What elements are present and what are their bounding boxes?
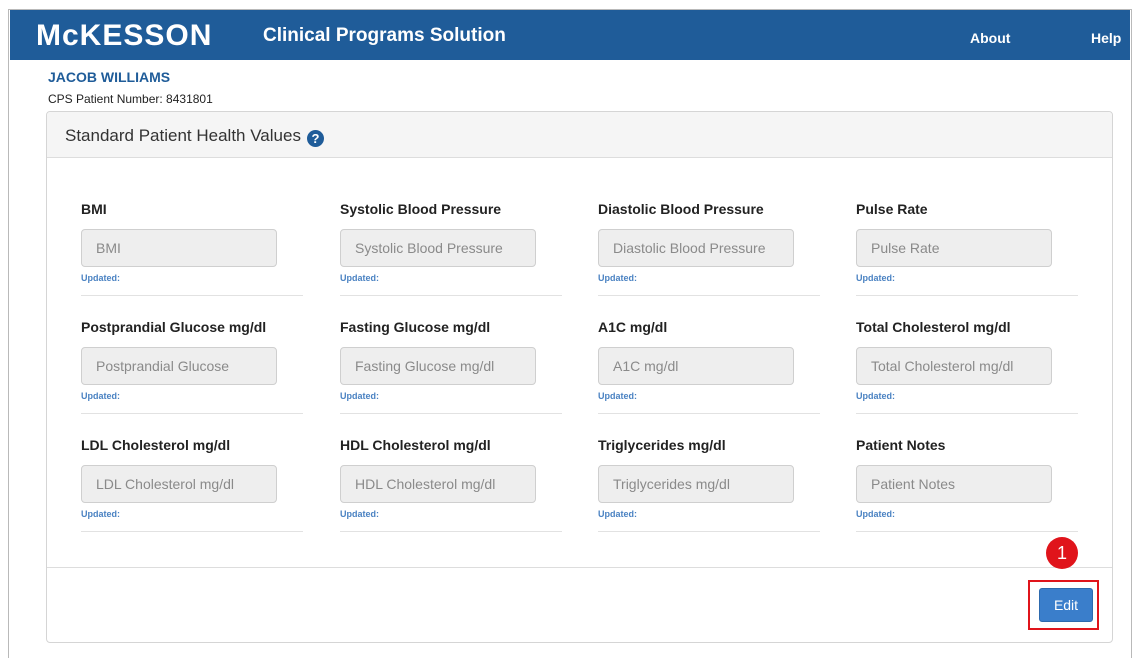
- field-pulse: Pulse Rate Pulse Rate Updated:: [856, 201, 1078, 296]
- field-systolic: Systolic Blood Pressure Systolic Blood P…: [340, 201, 562, 296]
- divider: [81, 295, 303, 296]
- divider: [340, 531, 562, 532]
- health-values-panel: Standard Patient Health Values? BMI BMI …: [46, 111, 1113, 643]
- field-updated: Updated:: [856, 391, 895, 401]
- field-updated: Updated:: [856, 273, 895, 283]
- divider: [856, 531, 1078, 532]
- field-updated: Updated:: [81, 391, 120, 401]
- field-label: A1C mg/dl: [598, 319, 668, 335]
- field-label: LDL Cholesterol mg/dl: [81, 437, 231, 453]
- field-updated: Updated:: [340, 391, 379, 401]
- field-updated: Updated:: [340, 273, 379, 283]
- nav-about-link[interactable]: About: [970, 30, 1010, 46]
- question-circle-icon[interactable]: ?: [306, 130, 324, 147]
- fasting-input[interactable]: Fasting Glucose mg/dl: [340, 347, 536, 385]
- field-updated: Updated:: [81, 273, 120, 283]
- field-total-cholesterol: Total Cholesterol mg/dl Total Cholestero…: [856, 319, 1078, 414]
- field-label: Systolic Blood Pressure: [340, 201, 502, 217]
- patient-name: JACOB WILLIAMS: [48, 69, 171, 85]
- field-updated: Updated:: [598, 509, 637, 519]
- field-patient-notes: Patient Notes Patient Notes Updated:: [856, 437, 1078, 532]
- postprandial-input[interactable]: Postprandial Glucose: [81, 347, 277, 385]
- divider: [598, 531, 820, 532]
- field-postprandial: Postprandial Glucose mg/dl Postprandial …: [81, 319, 303, 414]
- hdl-input[interactable]: HDL Cholesterol mg/dl: [340, 465, 536, 503]
- divider: [598, 413, 820, 414]
- field-label: BMI: [81, 201, 107, 217]
- divider: [598, 295, 820, 296]
- panel-title: Standard Patient Health Values?: [65, 126, 324, 147]
- field-label: Triglycerides mg/dl: [598, 437, 726, 453]
- total-cholesterol-input[interactable]: Total Cholesterol mg/dl: [856, 347, 1052, 385]
- ldl-input[interactable]: LDL Cholesterol mg/dl: [81, 465, 277, 503]
- field-updated: Updated:: [598, 391, 637, 401]
- systolic-input[interactable]: Systolic Blood Pressure: [340, 229, 536, 267]
- field-ldl: LDL Cholesterol mg/dl LDL Cholesterol mg…: [81, 437, 303, 532]
- divider: [81, 413, 303, 414]
- patient-notes-input[interactable]: Patient Notes: [856, 465, 1052, 503]
- field-updated: Updated:: [856, 509, 895, 519]
- divider: [856, 295, 1078, 296]
- panel-footer: Edit: [47, 567, 1112, 642]
- divider: [81, 531, 303, 532]
- field-label: Fasting Glucose mg/dl: [340, 319, 491, 335]
- diastolic-input[interactable]: Diastolic Blood Pressure: [598, 229, 794, 267]
- triglycerides-input[interactable]: Triglycerides mg/dl: [598, 465, 794, 503]
- field-updated: Updated:: [81, 509, 120, 519]
- divider: [856, 413, 1078, 414]
- field-label: HDL Cholesterol mg/dl: [340, 437, 491, 453]
- bmi-input[interactable]: BMI: [81, 229, 277, 267]
- divider: [340, 413, 562, 414]
- edit-highlight-box: [1028, 580, 1099, 630]
- field-label: Pulse Rate: [856, 201, 928, 217]
- divider: [340, 295, 562, 296]
- field-diastolic: Diastolic Blood Pressure Diastolic Blood…: [598, 201, 820, 296]
- a1c-input[interactable]: A1C mg/dl: [598, 347, 794, 385]
- field-fasting: Fasting Glucose mg/dl Fasting Glucose mg…: [340, 319, 562, 414]
- field-updated: Updated:: [340, 509, 379, 519]
- field-label: Diastolic Blood Pressure: [598, 201, 764, 217]
- nav-help-link[interactable]: Help: [1091, 30, 1121, 46]
- app-title: Clinical Programs Solution: [263, 25, 506, 46]
- field-label: Patient Notes: [856, 437, 946, 453]
- field-label: Total Cholesterol mg/dl: [856, 319, 1011, 335]
- panel-heading: Standard Patient Health Values?: [47, 112, 1112, 158]
- pulse-input[interactable]: Pulse Rate: [856, 229, 1052, 267]
- step-number-badge: 1: [1046, 537, 1078, 569]
- field-a1c: A1C mg/dl A1C mg/dl Updated:: [598, 319, 820, 414]
- top-navbar: McKESSON Clinical Programs Solution Abou…: [10, 10, 1130, 60]
- field-hdl: HDL Cholesterol mg/dl HDL Cholesterol mg…: [340, 437, 562, 532]
- field-bmi: BMI BMI Updated:: [81, 201, 303, 296]
- panel-title-text: Standard Patient Health Values: [65, 126, 301, 145]
- field-updated: Updated:: [598, 273, 637, 283]
- patient-number: CPS Patient Number: 8431801: [48, 92, 213, 106]
- field-triglycerides: Triglycerides mg/dl Triglycerides mg/dl …: [598, 437, 820, 532]
- field-label: Postprandial Glucose mg/dl: [81, 319, 267, 335]
- mckesson-logo: McKESSON: [36, 19, 213, 52]
